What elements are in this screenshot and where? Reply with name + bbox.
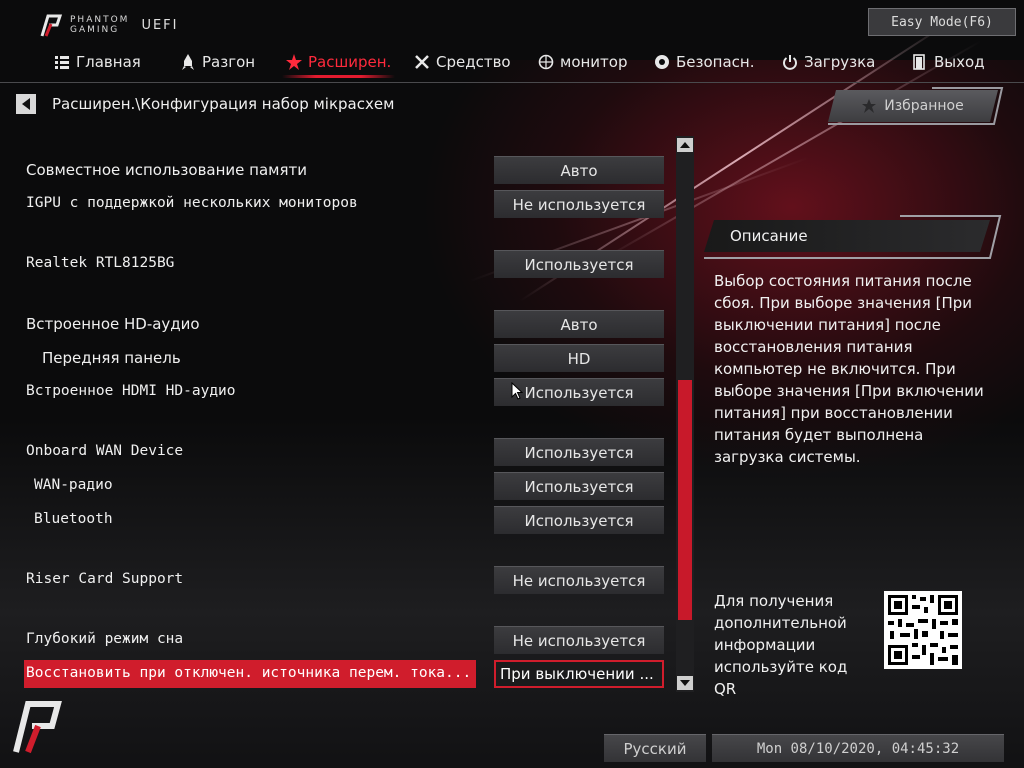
- qr-code-image: [888, 595, 958, 665]
- power-icon: [782, 54, 798, 70]
- setting-row[interactable]: Встроенное HDMI HD-аудио Используется: [24, 378, 666, 406]
- setting-label: Bluetooth: [34, 511, 113, 527]
- chevron-up-icon: [680, 142, 690, 148]
- qr-info-text: Для получения дополнительной информации …: [714, 592, 848, 698]
- setting-label: Совместное использование памяти: [26, 161, 307, 179]
- setting-row[interactable]: Встроенное HD-аудио Авто: [24, 310, 666, 338]
- favorites-plate: Избранное: [828, 90, 998, 122]
- tab-label: монитор: [560, 53, 628, 71]
- setting-row-selected[interactable]: Восстановить при отключен. источника пер…: [24, 660, 666, 688]
- favorites-label: Избранное: [884, 98, 964, 114]
- tab-label: Средство: [436, 53, 511, 71]
- arrow-left-icon: [22, 98, 30, 110]
- rocket-icon: [180, 54, 196, 70]
- datetime-display: Mon 08/10/2020, 04:45:32: [712, 734, 1004, 762]
- brand-line2: GAMING: [70, 25, 120, 35]
- setting-value[interactable]: Не используется: [494, 626, 664, 654]
- easy-mode-button[interactable]: Easy Mode(F6): [868, 8, 1016, 36]
- uefi-label: UEFI: [141, 17, 179, 33]
- pg-logo-icon: [13, 701, 62, 754]
- setting-value[interactable]: HD: [494, 344, 664, 372]
- setting-value[interactable]: Используется: [494, 250, 664, 278]
- setting-value[interactable]: Используется: [494, 472, 664, 500]
- phantom-gaming-logo: PHANTOM GAMING UEFI: [38, 12, 178, 38]
- setting-label: Передняя панель: [42, 349, 181, 367]
- tab-boot[interactable]: Загрузка: [782, 44, 875, 80]
- star-icon: [862, 99, 876, 113]
- setting-row[interactable]: Onboard WAN Device Используется: [24, 438, 666, 466]
- setting-label: Onboard WAN Device: [26, 443, 184, 459]
- setting-value[interactable]: Авто: [494, 310, 664, 338]
- setting-label: Встроенное HDMI HD-аудио: [26, 383, 236, 399]
- tab-oc-tweaker[interactable]: Разгон: [180, 44, 255, 80]
- list-icon: [54, 54, 70, 70]
- tab-tool[interactable]: Средство: [414, 44, 511, 80]
- qr-code: [884, 591, 962, 669]
- setting-row[interactable]: Передняя панель HD: [24, 344, 666, 372]
- tab-main[interactable]: Главная: [54, 44, 141, 80]
- setting-row[interactable]: Realtek RTL8125BG Используется: [24, 250, 666, 278]
- setting-row[interactable]: IGPU с поддержкой нескольких мониторов Н…: [24, 190, 666, 218]
- language-button[interactable]: Русский: [604, 734, 706, 762]
- tab-label: Главная: [76, 53, 141, 71]
- setting-row[interactable]: Riser Card Support Не используется: [24, 566, 666, 594]
- footer-logo: [10, 696, 62, 758]
- setting-row[interactable]: Глубокий режим сна Не используется: [24, 626, 666, 654]
- description-plate: Описание: [704, 220, 990, 252]
- setting-label: Realtek RTL8125BG: [26, 255, 175, 271]
- tab-label: Расширен.: [308, 53, 392, 71]
- setting-row[interactable]: Bluetooth Используется: [24, 506, 666, 534]
- tab-label: Разгон: [202, 53, 256, 71]
- breadcrumb: Расширен.\Конфигурация набор мікрасхем: [16, 94, 394, 114]
- description-header: Описание: [700, 212, 1002, 260]
- setting-value[interactable]: Используется: [494, 438, 664, 466]
- setting-label: WAN-радио: [34, 477, 113, 493]
- tools-icon: [414, 54, 430, 70]
- setting-value[interactable]: Используется: [494, 506, 664, 534]
- description-text: Выбор состояния питания после сбоя. При …: [714, 272, 984, 466]
- scroll-down-button[interactable]: [677, 676, 693, 690]
- scroll-thumb[interactable]: [678, 380, 692, 620]
- brand-line1: PHANTOM: [70, 15, 130, 25]
- chevron-down-icon: [680, 680, 690, 686]
- scrollbar[interactable]: [676, 136, 694, 692]
- tab-label: Загрузка: [804, 53, 876, 71]
- setting-label: Восстановить при отключен. источника пер…: [26, 665, 472, 681]
- star-icon: [286, 54, 302, 70]
- breadcrumb-path: Расширен.\Конфигурация набор мікрасхем: [52, 95, 395, 113]
- setting-label: IGPU с поддержкой нескольких мониторов: [26, 195, 358, 211]
- tab-label: Безопасн.: [676, 53, 755, 71]
- setting-value[interactable]: При выключении ...: [494, 660, 664, 688]
- setting-value[interactable]: Не используется: [494, 190, 664, 218]
- tab-monitor[interactable]: монитор: [538, 44, 628, 80]
- main-nav: Главная Разгон Расширен. Средство монито…: [0, 44, 1024, 82]
- mouse-cursor-icon: [511, 382, 523, 400]
- setting-label: Встроенное HD-аудио: [26, 315, 200, 333]
- pg-logo-icon: [40, 14, 63, 37]
- setting-label: Глубокий режим сна: [26, 631, 184, 647]
- description-title: Описание: [730, 227, 808, 245]
- exit-icon: [912, 54, 928, 70]
- back-button[interactable]: [16, 94, 36, 114]
- shield-icon: [654, 54, 670, 70]
- monitor-icon: [538, 54, 554, 70]
- setting-value[interactable]: Авто: [494, 156, 664, 184]
- favorites-button[interactable]: Избранное: [822, 86, 1004, 126]
- tab-advanced[interactable]: Расширен.: [281, 44, 396, 80]
- tab-label: Выход: [934, 53, 985, 71]
- setting-label: Riser Card Support: [26, 571, 184, 587]
- scroll-up-button[interactable]: [677, 138, 693, 152]
- setting-row[interactable]: Совместное использование памяти Авто: [24, 156, 666, 184]
- tab-exit[interactable]: Выход: [912, 44, 985, 80]
- setting-value[interactable]: Не используется: [494, 566, 664, 594]
- tab-security[interactable]: Безопасн.: [654, 44, 755, 80]
- setting-row[interactable]: WAN-радио Используется: [24, 472, 666, 500]
- brand-text: PHANTOM GAMING: [70, 15, 129, 35]
- nav-divider: [0, 82, 1024, 83]
